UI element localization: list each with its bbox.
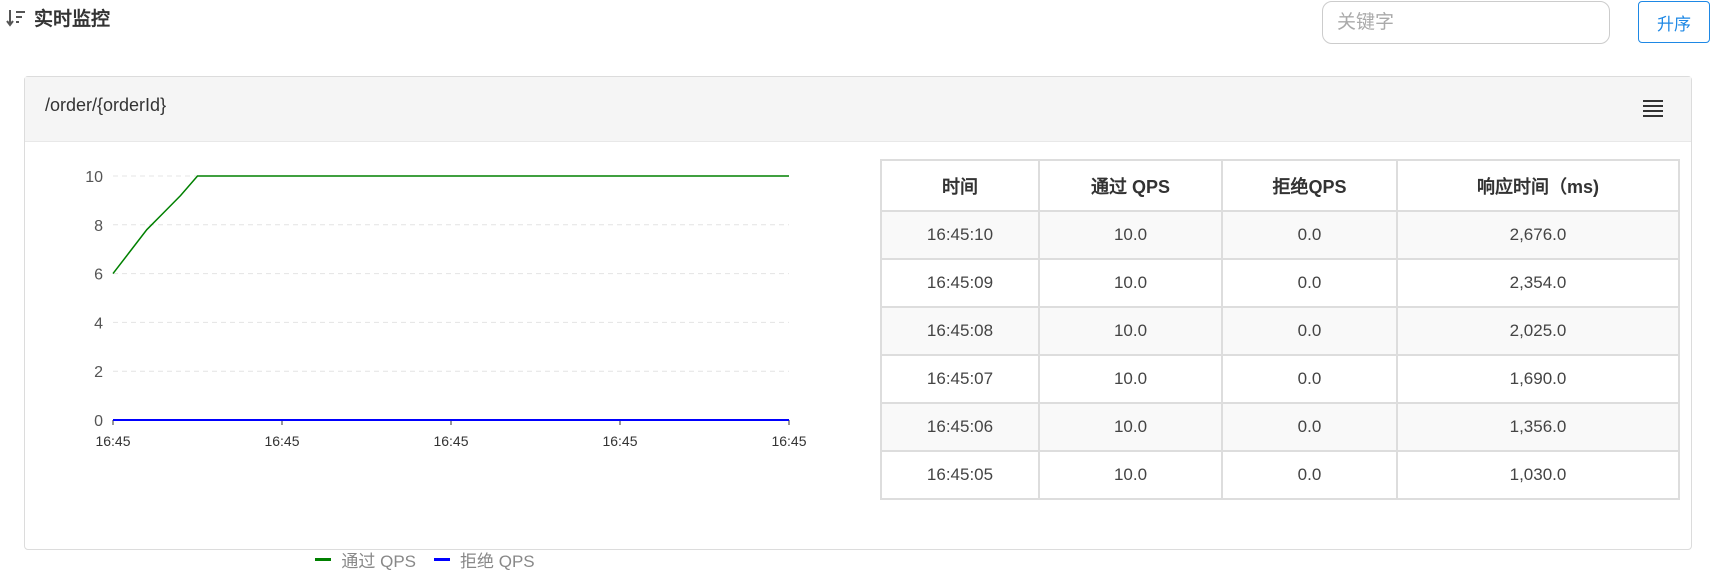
cell-response-time: 1,356.0 [1396,402,1680,452]
cell-response-time: 1,030.0 [1396,450,1680,500]
cell-time: 16:45:05 [880,450,1040,500]
table-row: 16:45:06 10.0 0.0 1,356.0 [880,402,1680,452]
legend-label-pass: 通过 QPS [341,552,416,571]
y-tick-label: 8 [94,218,103,235]
search-input[interactable] [1322,1,1610,44]
x-tick-label: 16:45 [602,433,637,449]
table-row: 16:45:07 10.0 0.0 1,690.0 [880,354,1680,404]
column-header-block-qps: 拒绝QPS [1221,159,1398,212]
cell-pass-qps: 10.0 [1038,450,1223,500]
resource-title: /order/{orderId} [45,95,167,115]
cell-block-qps: 0.0 [1221,450,1398,500]
metrics-table: 时间 通过 QPS 拒绝QPS 响应时间（ms) 16:45:10 10.0 0… [880,159,1680,500]
y-tick-label: 4 [94,315,103,332]
cell-pass-qps: 10.0 [1038,306,1223,356]
column-header-response-time: 响应时间（ms) [1396,159,1680,212]
top-bar: 实时监控 升序 [0,0,1718,60]
cell-time: 16:45:07 [880,354,1040,404]
cell-block-qps: 0.0 [1221,354,1398,404]
cell-time: 16:45:08 [880,306,1040,356]
page-title: 实时监控 [6,4,110,31]
cell-pass-qps: 10.0 [1038,210,1223,260]
legend-label-block: 拒绝 QPS [460,552,535,571]
cell-block-qps: 0.0 [1221,258,1398,308]
cell-response-time: 2,025.0 [1396,306,1680,356]
table-row: 16:45:08 10.0 0.0 2,025.0 [880,306,1680,356]
cell-time: 16:45:10 [880,210,1040,260]
hamburger-menu-icon[interactable] [1643,100,1663,118]
y-tick-label: 6 [94,267,103,284]
cell-block-qps: 0.0 [1221,402,1398,452]
cell-block-qps: 0.0 [1221,306,1398,356]
sort-descending-icon[interactable] [6,8,26,28]
legend-item-pass[interactable]: 通过 QPS [315,547,416,572]
x-tick-label: 16:45 [771,433,806,449]
y-tick-label: 0 [94,413,103,430]
cell-response-time: 2,676.0 [1396,210,1680,260]
sort-order-button[interactable]: 升序 [1638,1,1710,43]
cell-time: 16:45:06 [880,402,1040,452]
resource-panel: /order/{orderId} 0 2 4 6 8 10 16:45 16:45 16:45 1… [24,76,1692,571]
y-tick-label: 2 [94,364,103,381]
x-tick-label: 16:45 [264,433,299,449]
cell-time: 16:45:09 [880,258,1040,308]
x-tick-label: 16:45 [433,433,468,449]
table-row: 16:45:09 10.0 0.0 2,354.0 [880,258,1680,308]
cell-pass-qps: 10.0 [1038,354,1223,404]
cell-block-qps: 0.0 [1221,210,1398,260]
cell-pass-qps: 10.0 [1038,258,1223,308]
qps-chart-svg: 0 2 4 6 8 10 16:45 16:45 16:45 16:45 16:45 [85,169,807,449]
y-tick-label: 10 [85,169,103,186]
table-row: 16:45:10 10.0 0.0 2,676.0 [880,210,1680,260]
table-row: 16:45:05 10.0 0.0 1,030.0 [880,450,1680,500]
x-tick-label: 16:45 [95,433,130,449]
table-header-row: 时间 通过 QPS 拒绝QPS 响应时间（ms) [880,159,1680,212]
chart-legend: 通过 QPS 拒绝 QPS [25,547,825,572]
panel-header: /order/{orderId} [25,77,1691,142]
column-header-pass-qps: 通过 QPS [1038,159,1223,212]
cell-response-time: 1,690.0 [1396,354,1680,404]
cell-pass-qps: 10.0 [1038,402,1223,452]
page-title-text: 实时监控 [34,9,111,30]
cell-response-time: 2,354.0 [1396,258,1680,308]
qps-chart: 0 2 4 6 8 10 16:45 16:45 16:45 16:45 16:45 通过 QPS … [25,142,825,571]
column-header-time: 时间 [880,159,1040,212]
legend-item-block[interactable]: 拒绝 QPS [434,547,535,572]
